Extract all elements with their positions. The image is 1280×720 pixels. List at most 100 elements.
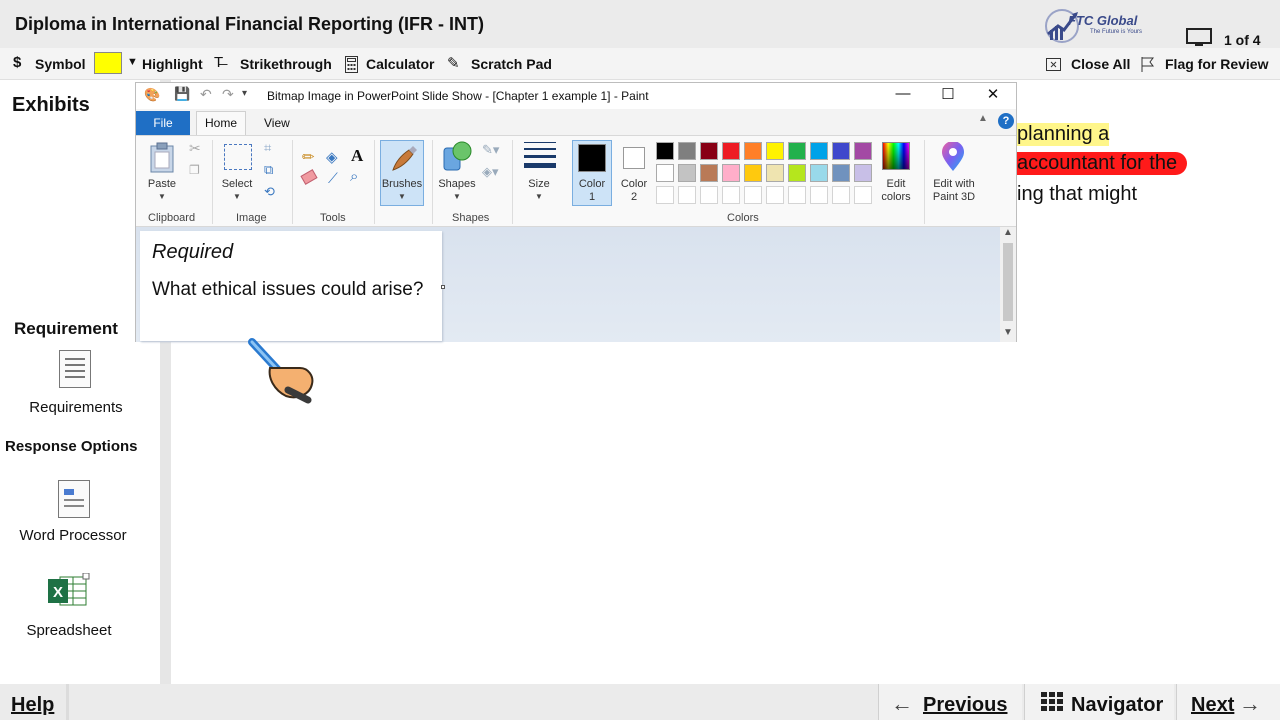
- size-label[interactable]: Size: [520, 178, 558, 190]
- custom-color-slot[interactable]: [788, 186, 806, 204]
- palette-color-swatch[interactable]: [678, 164, 696, 182]
- custom-color-slot[interactable]: [656, 186, 674, 204]
- fill-shape-icon[interactable]: ◈▾: [482, 164, 499, 180]
- requirements-label[interactable]: Requirements: [14, 399, 138, 416]
- close-all-icon[interactable]: [1046, 58, 1061, 71]
- color2-label[interactable]: Color: [614, 178, 654, 190]
- custom-color-slot[interactable]: [854, 186, 872, 204]
- scrollbar-thumb[interactable]: [1003, 243, 1013, 321]
- palette-color-swatch[interactable]: [700, 164, 718, 182]
- canvas-resize-handle[interactable]: [441, 285, 445, 289]
- chevron-down-icon[interactable]: ▼: [233, 192, 241, 201]
- edit-colors-label[interactable]: Edit: [874, 178, 918, 190]
- symbol-button[interactable]: Symbol: [35, 56, 86, 72]
- vertical-scrollbar[interactable]: ▲ ▼: [1000, 227, 1016, 342]
- palette-color-swatch[interactable]: [766, 164, 784, 182]
- paint3d-label[interactable]: Edit with: [926, 178, 982, 190]
- shapes-label[interactable]: Shapes: [436, 178, 478, 190]
- size-icon[interactable]: [524, 142, 556, 168]
- color1-label[interactable]: Color: [572, 178, 612, 190]
- highlight-color-swatch[interactable]: [94, 52, 122, 74]
- grid-icon[interactable]: [1041, 692, 1063, 712]
- custom-color-slot[interactable]: [744, 186, 762, 204]
- chevron-down-icon[interactable]: ▼: [535, 192, 543, 201]
- palette-color-swatch[interactable]: [788, 142, 806, 160]
- outline-icon[interactable]: ✎▾: [482, 142, 499, 158]
- pencil-icon[interactable]: ✎: [447, 54, 460, 72]
- paste-label[interactable]: Paste: [144, 178, 180, 190]
- paint-canvas[interactable]: Required What ethical issues could arise…: [140, 231, 442, 341]
- palette-color-swatch[interactable]: [788, 164, 806, 182]
- flag-icon[interactable]: [1141, 57, 1154, 72]
- next-button[interactable]: Next →: [1176, 684, 1280, 720]
- tab-home[interactable]: Home: [196, 111, 246, 135]
- select-icon[interactable]: [224, 144, 252, 170]
- color2-label-number[interactable]: 2: [614, 191, 654, 203]
- paint3d-icon[interactable]: [940, 142, 966, 172]
- palette-color-swatch[interactable]: [832, 142, 850, 160]
- arrow-left-icon[interactable]: ←: [891, 691, 913, 717]
- palette-color-swatch[interactable]: [700, 142, 718, 160]
- palette-color-swatch[interactable]: [810, 142, 828, 160]
- strikethrough-button[interactable]: Strikethrough: [240, 56, 332, 72]
- palette-color-swatch[interactable]: [854, 164, 872, 182]
- chevron-down-icon[interactable]: ▼: [127, 56, 138, 68]
- palette-color-swatch[interactable]: [744, 164, 762, 182]
- help-icon[interactable]: ?: [998, 113, 1014, 129]
- select-label[interactable]: Select: [218, 178, 256, 190]
- edit-colors-icon[interactable]: [882, 142, 910, 170]
- close-all-button[interactable]: Close All: [1071, 56, 1130, 72]
- scroll-down-icon[interactable]: ▼: [1003, 327, 1013, 338]
- redo-icon[interactable]: ↷: [222, 86, 234, 103]
- custom-color-slot[interactable]: [832, 186, 850, 204]
- palette-color-swatch[interactable]: [766, 142, 784, 160]
- color2-swatch[interactable]: [623, 147, 645, 169]
- copy-icon[interactable]: ❐: [189, 163, 200, 177]
- palette-color-swatch[interactable]: [854, 142, 872, 160]
- previous-button[interactable]: ← Previous: [878, 684, 1022, 720]
- maximize-icon[interactable]: ☐: [933, 85, 963, 103]
- magnifier-icon[interactable]: ⌕: [350, 168, 358, 185]
- excel-icon[interactable]: X: [48, 573, 90, 609]
- customize-quick-access-icon[interactable]: ▾: [242, 88, 247, 99]
- eraser-icon[interactable]: [300, 169, 318, 185]
- edit-colors-label-2[interactable]: colors: [874, 191, 918, 203]
- paint-app-icon[interactable]: 🎨: [144, 87, 160, 103]
- undo-icon[interactable]: ↶: [200, 86, 212, 103]
- palette-color-swatch[interactable]: [678, 142, 696, 160]
- resize-icon[interactable]: ⧉: [264, 162, 273, 178]
- calculator-button[interactable]: Calculator: [366, 56, 434, 72]
- document-icon[interactable]: [59, 350, 91, 388]
- palette-color-swatch[interactable]: [656, 164, 674, 182]
- text-icon[interactable]: A: [351, 146, 363, 166]
- scroll-up-icon[interactable]: ▲: [1003, 227, 1013, 238]
- shapes-icon[interactable]: [440, 140, 474, 174]
- next-label[interactable]: Next: [1191, 694, 1234, 717]
- collapse-ribbon-icon[interactable]: ▲: [978, 113, 988, 124]
- custom-color-slot[interactable]: [766, 186, 784, 204]
- brushes-label[interactable]: Brushes: [380, 178, 424, 190]
- fill-icon[interactable]: ◈: [326, 148, 338, 166]
- custom-color-slot[interactable]: [678, 186, 696, 204]
- palette-color-swatch[interactable]: [722, 142, 740, 160]
- palette-color-swatch[interactable]: [744, 142, 762, 160]
- color1-label-number[interactable]: 1: [572, 191, 612, 203]
- spreadsheet-label[interactable]: Spreadsheet: [5, 622, 133, 639]
- palette-color-swatch[interactable]: [810, 164, 828, 182]
- flag-for-review-button[interactable]: Flag for Review: [1165, 56, 1268, 72]
- scratch-pad-button[interactable]: Scratch Pad: [471, 56, 552, 72]
- strikethrough-icon[interactable]: T̶: [214, 54, 223, 71]
- paste-icon[interactable]: [149, 142, 177, 174]
- dollar-icon[interactable]: $: [13, 54, 21, 71]
- previous-label[interactable]: Previous: [923, 694, 1007, 717]
- chevron-down-icon[interactable]: ▼: [398, 192, 406, 201]
- custom-color-slot[interactable]: [700, 186, 718, 204]
- monitor-icon[interactable]: [1186, 28, 1212, 48]
- paint3d-label-2[interactable]: Paint 3D: [926, 191, 982, 203]
- chevron-down-icon[interactable]: ▼: [158, 192, 166, 201]
- custom-color-slot[interactable]: [810, 186, 828, 204]
- color-picker-icon[interactable]: ⟋: [328, 170, 338, 187]
- arrow-right-icon[interactable]: →: [1239, 691, 1261, 717]
- tab-view[interactable]: View: [264, 116, 290, 130]
- calculator-icon[interactable]: [345, 56, 358, 73]
